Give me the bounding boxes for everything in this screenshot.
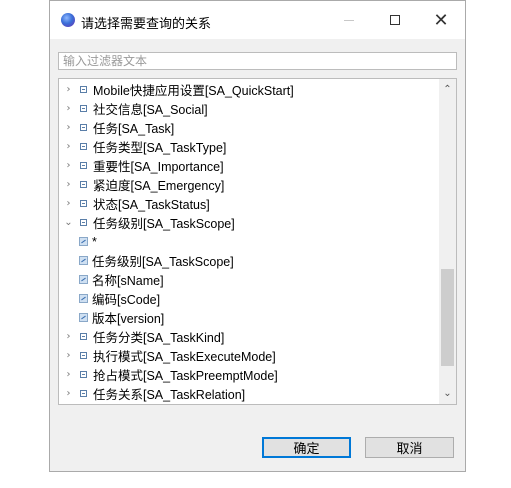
table-icon [80,105,87,112]
collapsed-chevron-icon[interactable]: › [63,122,74,133]
collapsed-chevron-icon[interactable]: › [63,84,74,95]
vertical-scrollbar[interactable]: ⌃ ⌄ [439,79,456,404]
dialog-title: 请选择需要查询的关系 [81,16,212,31]
tree-item-table[interactable]: › 执行模式[SA_TaskExecuteMode] [59,346,439,365]
filter-field[interactable] [58,52,457,70]
minimize-icon [344,19,354,21]
table-icon [80,219,87,226]
column-icon [79,256,88,265]
dialog-window: 请选择需要查询的关系 ✕ › Mobile快捷应用设置[SA_QuickStart… [49,0,466,472]
collapsed-chevron-icon[interactable]: › [63,141,74,152]
table-icon [80,200,87,207]
relation-tree[interactable]: › Mobile快捷应用设置[SA_QuickStart] › 社交信息[SA_Soc… [58,78,457,405]
collapsed-chevron-icon[interactable]: › [63,388,74,399]
tree-item-label: 名称[sName] [92,274,164,288]
maximize-button[interactable] [372,1,418,39]
tree-item-label: 任务级别[SA_TaskScope] [93,217,235,231]
tree-item-column[interactable]: * [59,232,439,251]
table-icon [80,86,87,93]
tree-item-table[interactable]: › 状态[SA_TaskStatus] [59,194,439,213]
collapsed-chevron-icon[interactable]: › [63,179,74,190]
collapsed-chevron-icon[interactable]: › [63,369,74,380]
collapsed-chevron-icon[interactable]: › [63,331,74,342]
tree-item-table[interactable]: › Mobile快捷应用设置[SA_QuickStart] [59,80,439,99]
tree-item-table[interactable]: › 任务[SA_Task] [59,118,439,137]
scrollbar-thumb[interactable] [441,269,454,366]
title-bar[interactable]: 请选择需要查询的关系 ✕ [50,1,465,39]
tree-item-label: 任务关系[SA_TaskRelation] [93,388,246,402]
tree-item-table[interactable]: › 抢占模式[SA_TaskPreemptMode] [59,365,439,384]
tree-item-label: 任务类型[SA_TaskType] [93,141,227,155]
scroll-down-icon[interactable]: ⌄ [439,385,456,402]
tree-item-label: Mobile快捷应用设置[SA_QuickStart] [93,84,294,98]
tree-item-label: 状态[SA_TaskStatus] [93,198,210,212]
table-icon [80,390,87,397]
tree-item-column[interactable]: 任务级别[SA_TaskScope] [59,251,439,270]
table-icon [80,181,87,188]
tree-item-label: 重要性[SA_Importance] [93,160,224,174]
tree-item-table[interactable]: ⌄ 任务级别[SA_TaskScope] [59,213,439,232]
collapsed-chevron-icon[interactable]: › [63,350,74,361]
tree-item-label: 紧迫度[SA_Emergency] [93,179,225,193]
tree-item-label: 执行模式[SA_TaskExecuteMode] [93,350,276,364]
close-icon: ✕ [433,9,449,31]
tree-item-table[interactable]: › 社交信息[SA_Social] [59,99,439,118]
tree-item-label: 社交信息[SA_Social] [93,103,208,117]
table-icon [80,124,87,131]
tree-item-table[interactable]: › 重要性[SA_Importance] [59,156,439,175]
tree-item-table[interactable]: › 任务类型[SA_TaskType] [59,137,439,156]
close-button[interactable]: ✕ [418,1,464,39]
tree-item-column[interactable]: 编码[sCode] [59,289,439,308]
cancel-button[interactable]: 取消 [365,437,454,458]
collapsed-chevron-icon[interactable]: › [63,198,74,209]
tree-item-label: * [92,234,97,249]
filter-input[interactable] [59,53,456,69]
tree-item-label: 抢占模式[SA_TaskPreemptMode] [93,369,278,383]
scroll-up-icon[interactable]: ⌃ [439,81,456,98]
ok-button[interactable]: 确定 [262,437,351,458]
tree-item-label: 任务[SA_Task] [93,122,175,136]
tree-item-table[interactable]: › 任务关系[SA_TaskRelation] [59,384,439,403]
tree-item-label: 任务级别[SA_TaskScope] [92,255,234,269]
column-icon [79,294,88,303]
collapsed-chevron-icon[interactable]: › [63,160,74,171]
app-icon [61,13,75,27]
tree-item-label: 任务分类[SA_TaskKind] [93,331,225,345]
tree-item-table[interactable]: › 任务分类[SA_TaskKind] [59,327,439,346]
tree-item-column[interactable]: 版本[version] [59,308,439,327]
collapsed-chevron-icon[interactable]: › [63,103,74,114]
table-icon [80,333,87,340]
column-icon [79,237,88,246]
column-icon [79,275,88,284]
expanded-chevron-icon[interactable]: ⌄ [63,217,74,228]
tree-item-column[interactable]: 名称[sName] [59,270,439,289]
table-icon [80,352,87,359]
tree-item-label: 编码[sCode] [92,293,161,307]
maximize-icon [390,15,400,25]
tree-item-label: 版本[version] [92,312,165,326]
table-icon [80,143,87,150]
column-icon [79,313,88,322]
table-icon [80,162,87,169]
table-icon [80,371,87,378]
minimize-button[interactable] [326,1,372,39]
tree-item-table[interactable]: › 紧迫度[SA_Emergency] [59,175,439,194]
